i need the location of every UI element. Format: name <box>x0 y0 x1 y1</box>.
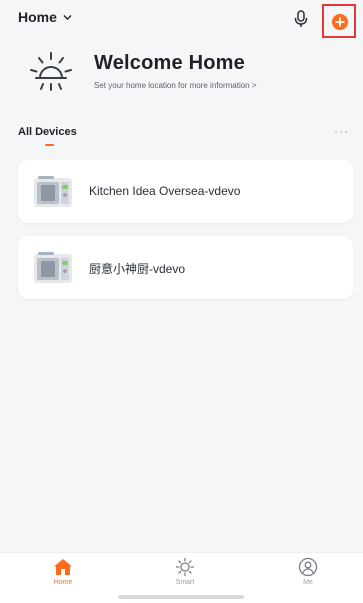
top-bar: Home <box>0 0 363 38</box>
home-selector-label: Home <box>18 9 57 25</box>
add-device-button[interactable] <box>332 14 348 30</box>
device-name: 厨意小神厨-vdevo <box>89 262 186 276</box>
tab-home[interactable]: Home <box>33 557 93 593</box>
section-tab-indicator <box>45 144 54 146</box>
device-card[interactable]: Kitchen Idea Oversea-vdevo <box>18 160 353 223</box>
home-icon <box>54 559 72 575</box>
add-device-highlight <box>322 4 356 38</box>
device-card[interactable]: 厨意小神厨-vdevo <box>18 236 353 299</box>
sun-icon <box>30 52 72 91</box>
profile-icon <box>298 557 318 577</box>
welcome-banner: Welcome Home Set your home location for … <box>0 40 363 110</box>
more-options-button[interactable]: ··· <box>334 124 349 138</box>
tab-home-label: Home <box>53 579 73 586</box>
welcome-title: Welcome Home <box>94 52 245 74</box>
home-indicator[interactable] <box>118 595 244 599</box>
kitchen-appliance-icon <box>34 176 72 207</box>
set-home-location-link[interactable]: Set your home location for more informat… <box>94 81 257 90</box>
section-title-all-devices[interactable]: All Devices <box>18 126 77 138</box>
smart-sun-icon <box>175 557 195 577</box>
device-name: Kitchen Idea Oversea-vdevo <box>89 184 241 198</box>
chevron-down-icon <box>63 14 72 20</box>
tab-me[interactable]: Me <box>278 557 338 593</box>
tab-me-label: Me <box>303 579 313 586</box>
home-selector[interactable]: Home <box>18 9 72 25</box>
kitchen-appliance-icon <box>34 252 72 283</box>
microphone-icon[interactable] <box>293 10 309 28</box>
tab-smart[interactable]: Smart <box>155 557 215 593</box>
tab-smart-label: Smart <box>175 579 195 586</box>
